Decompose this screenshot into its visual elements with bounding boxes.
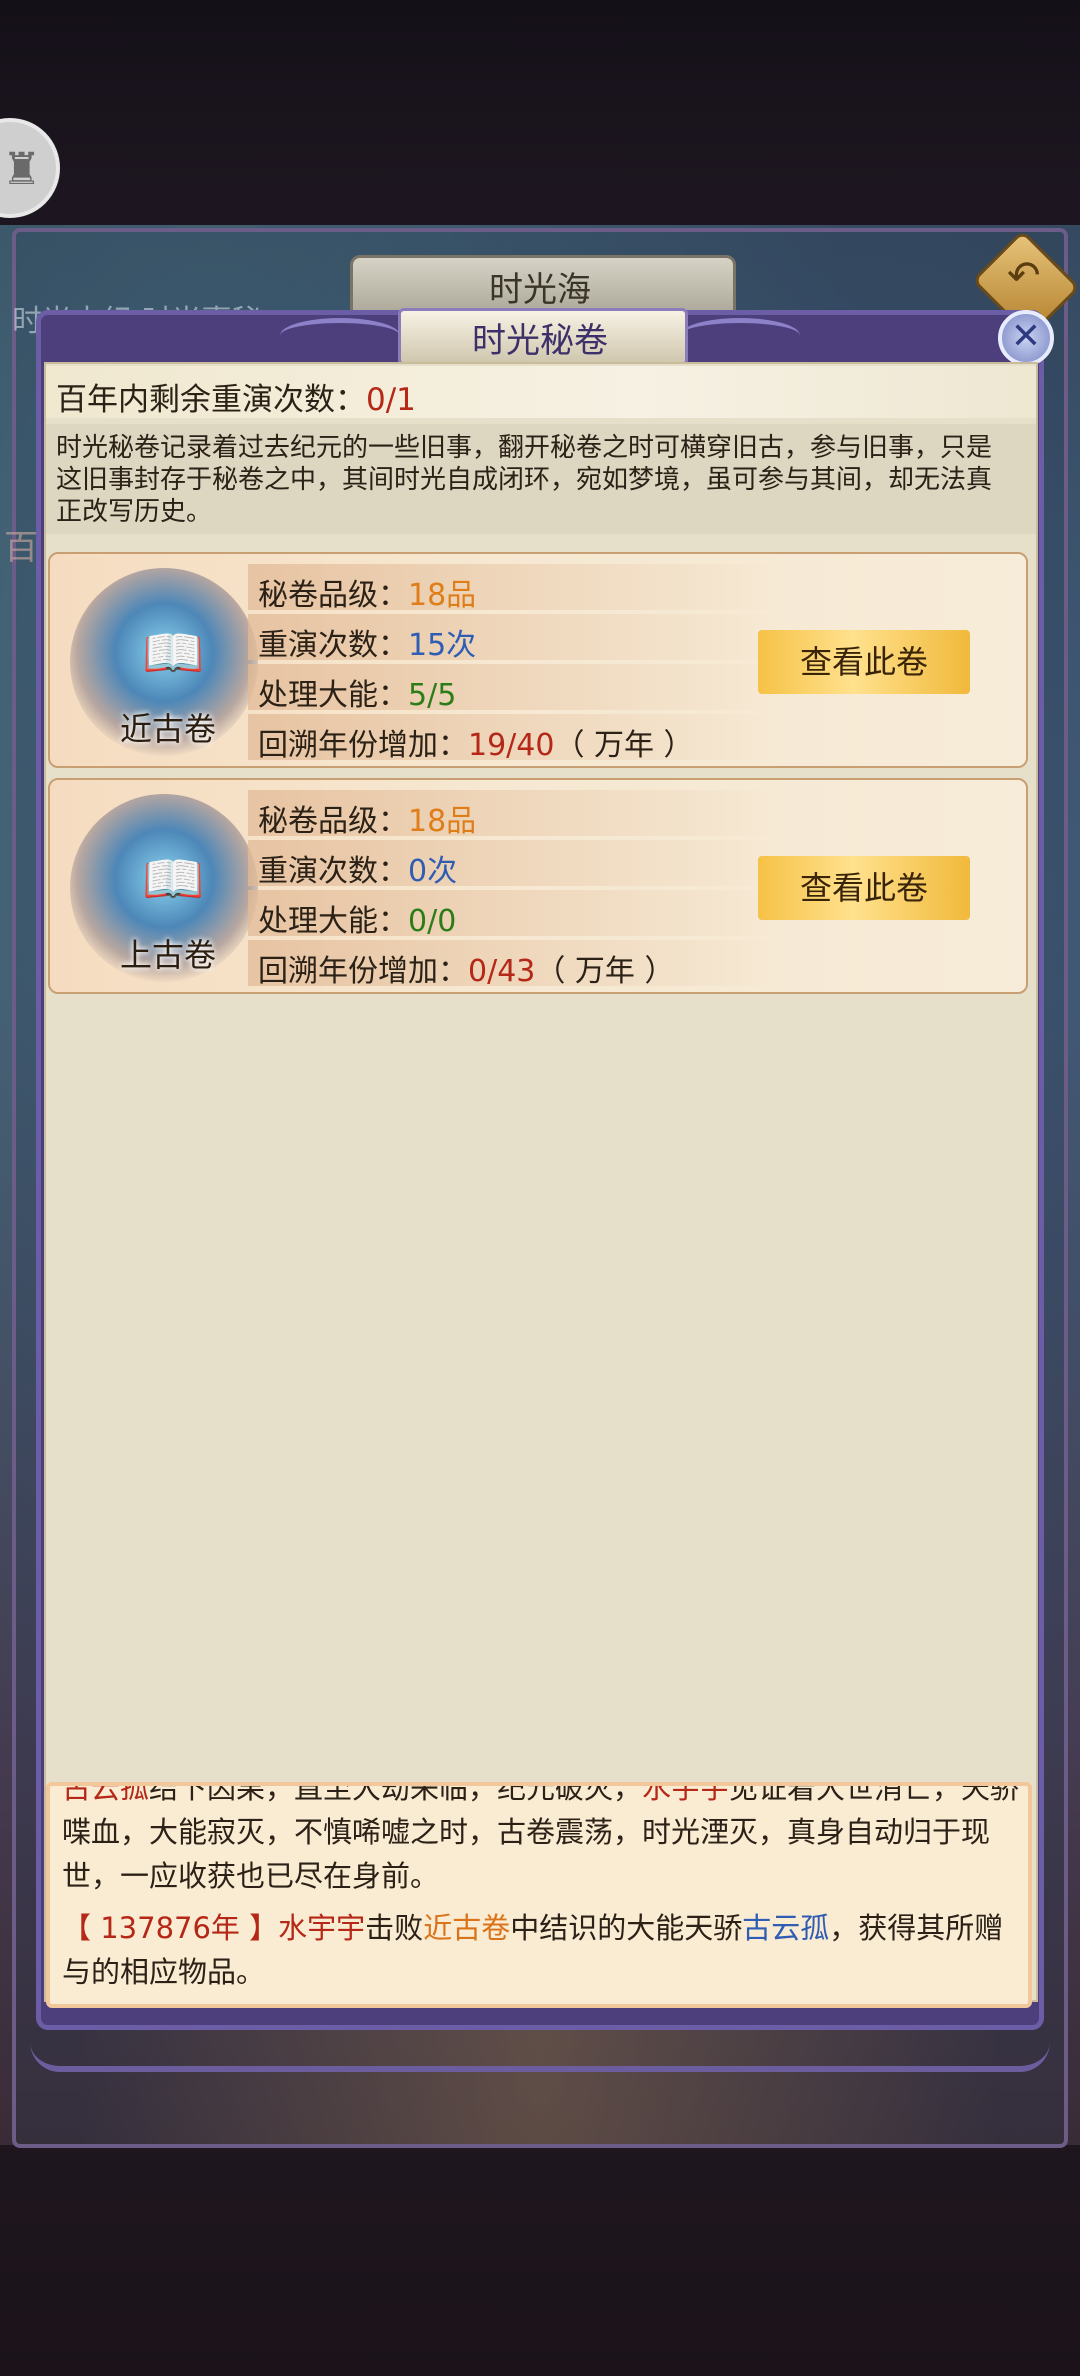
- years-unit: （ 万年 ）: [554, 728, 694, 763]
- grade-label: 秘卷品级：: [258, 804, 408, 839]
- log-text-part: 击败: [365, 1911, 424, 1945]
- remain-label: 百年内剩余重演次数：: [56, 382, 366, 418]
- years-label: 回溯年份增加：: [258, 728, 468, 763]
- replay-value: 15次: [408, 628, 477, 663]
- scroll-years: 回溯年份增加：19/40（ 万年 ）: [258, 720, 694, 764]
- years-value: 19/40: [468, 728, 555, 763]
- panel-bottom-ornament: [30, 2030, 1050, 2072]
- view-scroll-button[interactable]: 查看此卷: [758, 856, 970, 920]
- book-icon: 📖: [142, 850, 205, 908]
- grade-label: 秘卷品级：: [258, 578, 408, 613]
- scroll-grade: 秘卷品级：18品: [258, 570, 476, 614]
- log-text-part: 结下因果，直至大劫来临，纪元破灭，: [149, 1782, 643, 1805]
- event-log[interactable]: 古云孤结下因果，直至大劫来临，纪元破灭，水宇宇见证着大世消亡，天骄喋血，大能寂灭…: [46, 1782, 1032, 2008]
- replay-value: 0次: [408, 854, 458, 889]
- log-year: 【 137876年 】: [62, 1911, 279, 1945]
- remain-value: 0/1: [366, 382, 416, 418]
- description-text: 时光秘卷记录着过去纪元的一些旧事，翻开秘卷之时可横穿旧古，参与旧事，只是这旧事封…: [56, 433, 993, 527]
- handle-label: 处理大能：: [258, 904, 408, 939]
- scroll-grade: 秘卷品级：18品: [258, 796, 476, 840]
- scroll-handled: 处理大能：5/5: [258, 670, 456, 714]
- book-icon: 📖: [142, 624, 205, 682]
- log-text-part: 中结识的大能天骄: [510, 1911, 743, 1945]
- scroll-replays: 重演次数：15次: [258, 620, 476, 664]
- scroll-name: 近古卷: [119, 710, 216, 748]
- scroll-years: 回溯年份增加：0/43（ 万年 ）: [258, 946, 674, 990]
- log-scroll-name: 近古卷: [423, 1911, 511, 1945]
- handle-value: 5/5: [408, 678, 457, 713]
- panel-title: 时光秘卷: [472, 321, 608, 361]
- log-entry: 【 137876年 】水宇宇击败近古卷中结识的大能天骄古云孤，获得其所赠与的相应…: [62, 1906, 1022, 1994]
- years-label: 回溯年份增加：: [258, 954, 468, 989]
- avatar-icon[interactable]: ♜: [0, 118, 60, 218]
- years-unit: （ 万年 ）: [535, 954, 675, 989]
- log-player-name: 水宇宇: [642, 1782, 730, 1805]
- title-ornament-right: [680, 318, 800, 353]
- log-npc-name: 古云孤: [742, 1911, 830, 1945]
- scroll-replays: 重演次数：0次: [258, 846, 457, 890]
- close-icon[interactable]: ✕: [998, 310, 1054, 366]
- grade-value: 18品: [408, 578, 477, 613]
- log-text: 古云孤结下因果，直至大劫来临，纪元破灭，水宇宇见证着大世消亡，天骄喋血，大能寂灭…: [62, 1782, 1022, 2002]
- scroll-name: 上古卷: [119, 936, 216, 974]
- log-npc-name: 古云孤: [62, 1782, 150, 1805]
- view-scroll-button[interactable]: 查看此卷: [758, 630, 970, 694]
- handle-label: 处理大能：: [258, 678, 408, 713]
- background-side-text: 百: [4, 528, 38, 568]
- scroll-handled: 处理大能：0/0: [258, 896, 456, 940]
- replay-label: 重演次数：: [258, 628, 408, 663]
- handle-value: 0/0: [408, 904, 457, 939]
- title-ornament-left: [280, 318, 400, 353]
- years-value: 0/43: [468, 954, 536, 989]
- log-entry: 古云孤结下因果，直至大劫来临，纪元破灭，水宇宇见证着大世消亡，天骄喋血，大能寂灭…: [62, 1782, 1022, 1898]
- log-player-name: 水宇宇: [278, 1911, 366, 1945]
- outer-title: 时光海: [489, 270, 591, 310]
- remain-replays: 百年内剩余重演次数：0/1: [56, 374, 416, 419]
- grade-value: 18品: [408, 804, 477, 839]
- replay-label: 重演次数：: [258, 854, 408, 889]
